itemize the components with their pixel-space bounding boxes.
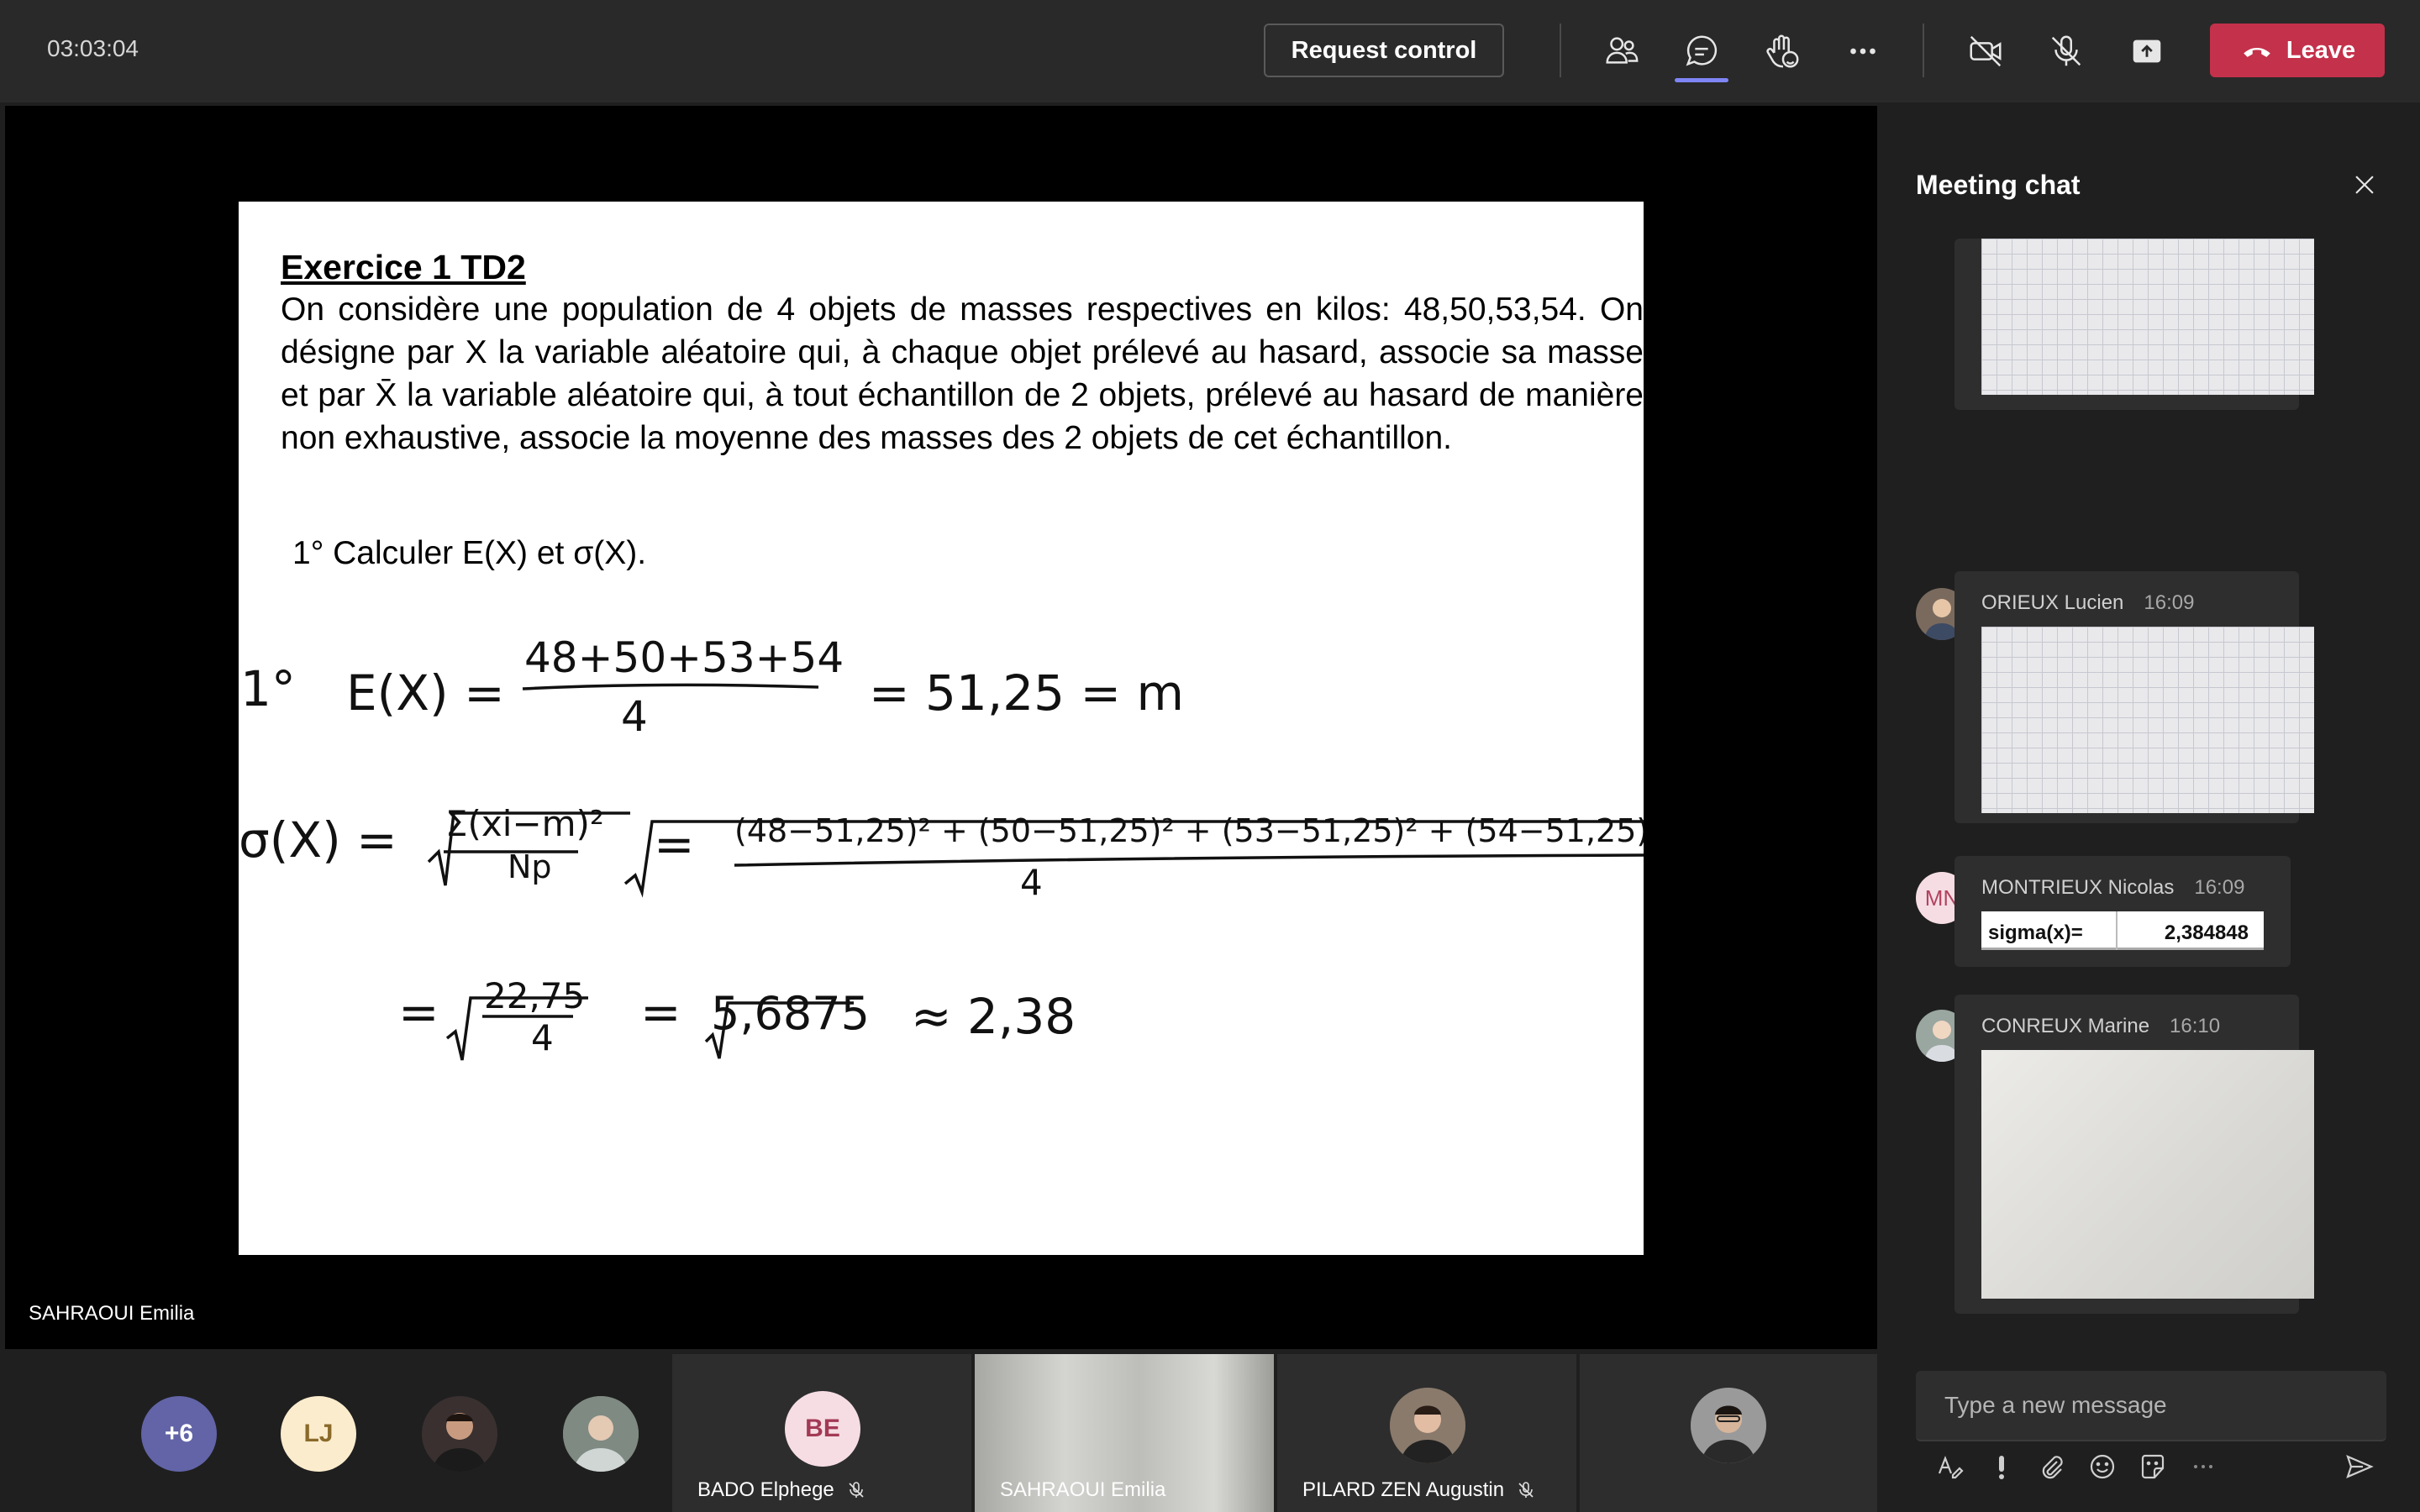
shared-screen-stage: Exercice 1 TD2 On considère une populati… <box>5 106 1877 1349</box>
participant-name: SAHRAOUI Emilia <box>1000 1478 1166 1501</box>
participant-tile[interactable]: PILARD ZEN Augustin <box>1277 1354 1576 1512</box>
compose-box[interactable] <box>1916 1371 2386 1441</box>
chat-title: Meeting chat <box>1916 170 2081 200</box>
presenter-name-label: SAHRAOUI Emilia <box>29 1302 195 1325</box>
message-time: 16:09 <box>2194 876 2245 899</box>
sender-name: ORIEUX Lucien <box>1981 591 2124 614</box>
muted-mic-icon <box>849 1482 864 1498</box>
hw-line3-rad: 5,6875 <box>711 987 870 1040</box>
hw-line1-rhs: = 51,25 = m <box>869 664 1184 722</box>
hw-line2-num: (48−51,25)² + (50−51,25)² + (53−51,25)² … <box>734 812 1644 849</box>
participant-photo[interactable] <box>563 1396 639 1472</box>
close-icon[interactable] <box>2344 165 2385 205</box>
participant-avatar-lj[interactable]: LJ <box>281 1396 356 1472</box>
chat-attached-image[interactable] <box>1981 1050 2314 1299</box>
chat-message[interactable]: ORIEUX Lucien 16:09 <box>1954 571 2314 823</box>
hw-line2-rad-den: Np <box>508 848 552 885</box>
camera-off-icon[interactable] <box>1960 25 2012 77</box>
participant-video-tile[interactable]: SAHRAOUI Emilia <box>975 1354 1274 1512</box>
meeting-timer: 03:03:04 <box>47 35 139 61</box>
sticker-icon[interactable] <box>2134 1448 2171 1485</box>
chat-active-indicator <box>1675 78 1728 82</box>
important-icon[interactable] <box>1983 1448 2020 1485</box>
hw-line3-eq2: = <box>640 984 681 1041</box>
request-control-button[interactable]: Request control <box>1264 24 1504 77</box>
sheet-label: sigma(x)= <box>1988 921 2083 944</box>
participant-tile[interactable] <box>1580 1354 1877 1512</box>
hw-line3-frac-den: 4 <box>531 1017 554 1058</box>
message-time: 16:09 <box>2144 591 2195 614</box>
hw-line1-label: 1° <box>240 660 296 717</box>
participant-name-row: BADO Elphege <box>697 1478 866 1502</box>
sheet-value: 2,384848 <box>2164 921 2249 944</box>
chat-attached-image[interactable]: sigma(x)= 2,384848 <box>1981 911 2264 950</box>
participant-photo <box>1691 1388 1766 1463</box>
more-icon[interactable] <box>1837 25 1889 77</box>
sender-name: MONTRIEUX Nicolas <box>1981 876 2175 899</box>
people-icon[interactable] <box>1595 25 1647 77</box>
toolbar-divider <box>1560 24 1561 77</box>
toolbar-divider <box>1923 24 1924 77</box>
leave-label: Leave <box>2286 36 2356 64</box>
participant-photo[interactable] <box>422 1396 497 1472</box>
sheet-divider <box>2116 911 2118 950</box>
overflow-participants-button[interactable]: +6 <box>141 1396 217 1472</box>
emoji-icon[interactable] <box>2084 1448 2121 1485</box>
chat-attached-image[interactable] <box>1981 239 2314 395</box>
participant-name-row: PILARD ZEN Augustin <box>1302 1478 1536 1502</box>
hw-line3-result: ≈ 2,38 <box>911 988 1076 1045</box>
chat-icon[interactable] <box>1676 25 1728 77</box>
hw-line3-eq1: = <box>398 984 439 1041</box>
meeting-chat-panel: Meeting chat ORIEUX Lucien 16:09 MN MONTR… <box>1877 106 2420 1512</box>
hw-line1-num: 48+50+53+54 <box>524 633 844 682</box>
mic-off-icon[interactable] <box>2040 25 2092 77</box>
participant-name-row: SAHRAOUI Emilia <box>1000 1478 1165 1502</box>
more-options-icon[interactable] <box>2185 1448 2222 1485</box>
chat-message-header: CONREUX Marine 16:10 <box>1981 1015 2220 1038</box>
chat-message-image[interactable] <box>1954 239 2314 410</box>
chat-attached-image[interactable] <box>1981 627 2314 813</box>
share-icon[interactable] <box>2121 25 2173 77</box>
shared-slide: Exercice 1 TD2 On considère une populati… <box>239 202 1644 1255</box>
muted-mic-icon <box>1518 1482 1534 1498</box>
hw-line2-eq: = <box>654 816 695 873</box>
participant-name: BADO Elphege <box>697 1478 834 1501</box>
meeting-toolbar: 03:03:04 Request control Leave <box>0 0 2420 102</box>
participant-strip: +6 LJ BE BADO Elphege SAHRAOUI Emilia PI… <box>0 1349 1877 1512</box>
raise-hand-icon[interactable] <box>1756 25 1808 77</box>
sender-name: CONREUX Marine <box>1981 1015 2150 1037</box>
leave-button[interactable]: Leave <box>2210 24 2385 77</box>
chat-message[interactable]: CONREUX Marine 16:10 <box>1954 995 2314 1314</box>
participant-name: PILARD ZEN Augustin <box>1302 1478 1505 1501</box>
handwritten-solution: 1° E(X) = 48+50+53+54 4 = 51,25 = m σ(X)… <box>239 633 1644 1061</box>
attach-icon[interactable] <box>2033 1448 2070 1485</box>
hw-line1-lhs: E(X) = <box>346 664 505 722</box>
message-time: 16:10 <box>2170 1015 2221 1037</box>
hw-line2-den: 4 <box>1020 862 1043 903</box>
hw-line2-rad-num: Σ(xi−m)² <box>445 803 604 844</box>
chat-message-header: ORIEUX Lucien 16:09 <box>1981 591 2194 615</box>
send-icon[interactable] <box>2341 1448 2378 1485</box>
hw-line3-frac-num: 22,75 <box>484 975 585 1016</box>
format-icon[interactable] <box>1931 1448 1968 1485</box>
chat-message-header: MONTRIEUX Nicolas 16:09 <box>1981 876 2244 900</box>
participant-avatar-be: BE <box>785 1391 860 1467</box>
hw-line1-den: 4 <box>621 692 648 741</box>
hw-line2-lhs: σ(X) = <box>239 811 397 869</box>
message-input[interactable] <box>1916 1371 2386 1440</box>
participant-tile[interactable]: BE BADO Elphege <box>672 1354 971 1512</box>
phone-hangup-icon <box>2244 47 2270 57</box>
participant-photo <box>1390 1388 1465 1463</box>
chat-message[interactable]: MONTRIEUX Nicolas 16:09 sigma(x)= 2,38484… <box>1954 856 2291 967</box>
